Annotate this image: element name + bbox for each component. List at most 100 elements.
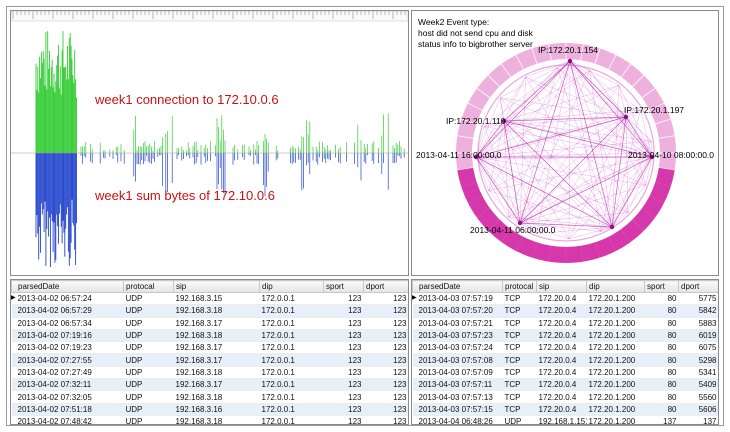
table-cell: 5775 — [678, 292, 718, 306]
column-header[interactable]: protocal — [502, 280, 537, 293]
column-header[interactable]: protocal — [123, 280, 174, 293]
graph-node[interactable] — [609, 224, 615, 230]
table-cell: TCP — [502, 329, 537, 343]
connections-table-left[interactable]: parsedDate protocal sip dip sport dport 2013-… — [10, 279, 409, 425]
table-cell: 192.168.3.17 — [173, 341, 260, 355]
table-row[interactable]: 2013-04-04 06:48:26 UDP 192.168.1.151 172.2… — [412, 415, 718, 424]
table-row[interactable]: 2013-04-02 07:19:23 UDP 192.168.3.17 172.0.… — [11, 341, 408, 355]
graph-node[interactable] — [623, 114, 629, 120]
column-header[interactable]: dport — [363, 280, 408, 293]
table-cell: 2013-04-02 07:32:05 — [11, 390, 124, 404]
event-title-line-1: Week2 Event type: — [418, 17, 489, 27]
column-header[interactable]: dport — [678, 280, 718, 293]
table-cell: 2013-04-02 07:32:11 — [11, 378, 124, 392]
table-cell: 172.0.0.1 — [259, 317, 324, 330]
table-cell: UDP — [123, 366, 174, 380]
column-header[interactable]: dip — [259, 280, 324, 293]
table-row[interactable]: 2013-04-02 06:57:34 UDP 192.168.3.17 172.0.… — [11, 317, 408, 330]
connections-table-right[interactable]: parsedDate protocal sip dip sport dport 2013-… — [411, 279, 719, 425]
table-row[interactable]: 2013-04-02 07:19:16 UDP 192.168.3.18 172.0.… — [11, 329, 408, 343]
table-row[interactable]: 2013-04-03 07:57:19 TCP 172.20.0.4 172.20.1… — [412, 292, 718, 306]
table-row[interactable]: 2013-04-03 07:57:13 TCP 172.20.0.4 172.20.1… — [412, 390, 718, 404]
table-cell: 192.168.3.18 — [173, 415, 260, 424]
table-cell: UDP — [123, 415, 174, 424]
data-table[interactable]: parsedDate protocal sip dip sport dport 2013-… — [412, 280, 718, 424]
table-cell: 172.20.1.200 — [586, 403, 645, 416]
table-cell: 6075 — [678, 341, 718, 355]
table-cell: 137 — [678, 415, 718, 424]
table-cell: 123 — [363, 304, 408, 318]
current-row-indicator-icon: ▶ — [11, 295, 16, 301]
table-cell: 123 — [363, 378, 408, 392]
table-cell: 2013-04-02 06:57:29 — [11, 304, 124, 318]
table-row[interactable]: 2013-04-03 07:57:21 TCP 172.20.0.4 172.20.1… — [412, 317, 718, 330]
table-cell: 2013-04-03 07:57:08 — [412, 353, 503, 367]
table-row[interactable]: 2013-04-02 07:32:05 UDP 192.168.3.18 172.0.… — [11, 390, 408, 404]
data-table[interactable]: parsedDate protocal sip dip sport dport 2013-… — [11, 280, 408, 424]
table-row[interactable]: 2013-04-02 07:51:18 UDP 192.168.3.16 172.0.… — [11, 403, 408, 416]
table-cell: 172.20.0.4 — [536, 403, 587, 416]
link-line — [569, 60, 629, 213]
table-cell: 2013-04-03 07:57:11 — [412, 378, 503, 392]
table-row[interactable]: 2013-04-02 07:27:49 UDP 192.168.3.18 172.0.… — [11, 366, 408, 380]
link-line — [484, 126, 613, 228]
table-cell: 123 — [363, 415, 408, 424]
radial-graph[interactable]: Week2 Event type: host did not send cpu … — [412, 11, 718, 275]
column-header[interactable]: parsedDate — [11, 280, 124, 293]
table-cell: 2013-04-02 06:57:34 — [11, 317, 124, 330]
ruler-track[interactable] — [11, 11, 408, 22]
table-row[interactable]: 2013-04-03 07:57:20 TCP 172.20.0.4 172.20.1… — [412, 304, 718, 318]
table-cell: 2013-04-03 07:57:21 — [412, 317, 503, 330]
table-cell: UDP — [502, 415, 537, 424]
table-row[interactable]: 2013-04-03 07:57:09 TCP 172.20.0.4 172.20.1… — [412, 366, 718, 380]
table-cell: 172.20.1.200 — [586, 415, 645, 424]
graph-node[interactable] — [567, 58, 573, 64]
table-cell: 172.20.1.200 — [586, 353, 645, 367]
radial-panel[interactable]: Week2 Event type: host did not send cpu … — [411, 10, 719, 276]
link-line — [503, 85, 619, 122]
table-cell: 192.168.3.18 — [173, 329, 260, 343]
table-cell: UDP — [123, 304, 174, 318]
table-row[interactable]: 2013-04-02 07:48:42 UDP 192.168.3.18 172.0.… — [11, 415, 408, 424]
table-row[interactable]: 2013-04-03 07:57:08 TCP 172.20.0.4 172.20.1… — [412, 353, 718, 367]
table-cell: 2013-04-03 07:57:09 — [412, 366, 503, 380]
column-header[interactable]: sport — [644, 280, 679, 293]
column-header[interactable]: sip — [173, 280, 260, 293]
column-header[interactable]: sport — [323, 280, 364, 293]
table-row[interactable]: 2013-04-02 06:57:29 UDP 192.168.3.18 172.0.… — [11, 304, 408, 318]
table-cell: 5341 — [678, 366, 718, 380]
table-row[interactable]: 2013-04-03 07:57:24 TCP 172.20.0.4 172.20.1… — [412, 341, 718, 355]
timeline-panel[interactable]: week1 connection to 172.10.0.6 week1 sum… — [10, 10, 409, 276]
table-row[interactable]: 2013-04-02 07:27:55 UDP 192.168.3.17 172.0.… — [11, 353, 408, 367]
table-cell: 172.0.0.1 — [259, 329, 324, 343]
table-cell: UDP — [123, 390, 174, 404]
table-cell: 80 — [644, 317, 679, 330]
event-title-line-2: host did not send cpu and disk — [418, 28, 534, 38]
table-row[interactable]: 2013-04-03 07:57:23 TCP 172.20.0.4 172.20.1… — [412, 329, 718, 343]
table-cell: 2013-04-02 07:48:42 — [11, 415, 124, 424]
table-cell: 172.20.1.200 — [586, 341, 645, 355]
event-title-line-3: status info to bigbrother server — [418, 39, 533, 49]
table-cell: 5883 — [678, 317, 718, 330]
table-header[interactable]: parsedDate protocal sip dip sport dport — [11, 280, 408, 293]
table-cell: 5409 — [678, 378, 718, 392]
link-line — [484, 126, 653, 158]
column-header[interactable]: dip — [586, 280, 645, 293]
table-cell: 172.20.1.200 — [586, 329, 645, 343]
column-header[interactable]: parsedDate — [412, 280, 503, 293]
table-cell: TCP — [502, 304, 537, 318]
table-row[interactable]: 2013-04-02 06:57:24 UDP 192.168.3.15 172.0.… — [11, 292, 408, 306]
table-cell: TCP — [502, 403, 537, 416]
link-line — [519, 152, 653, 224]
table-cell: TCP — [502, 366, 537, 380]
table-header[interactable]: parsedDate protocal sip dip sport dport — [412, 280, 718, 293]
time-ruler[interactable] — [11, 11, 408, 22]
table-row[interactable]: 2013-04-02 07:32:11 UDP 192.168.3.17 172.0.… — [11, 378, 408, 392]
column-header[interactable]: sip — [536, 280, 587, 293]
table-cell: TCP — [502, 292, 537, 306]
table-row[interactable]: 2013-04-03 07:57:15 TCP 172.20.0.4 172.20.1… — [412, 403, 718, 416]
link-line — [475, 156, 489, 191]
timeline-chart[interactable]: week1 connection to 172.10.0.6 week1 sum… — [11, 11, 408, 275]
table-row[interactable]: 2013-04-03 07:57:11 TCP 172.20.0.4 172.20.1… — [412, 378, 718, 392]
table-cell: 123 — [323, 390, 364, 404]
